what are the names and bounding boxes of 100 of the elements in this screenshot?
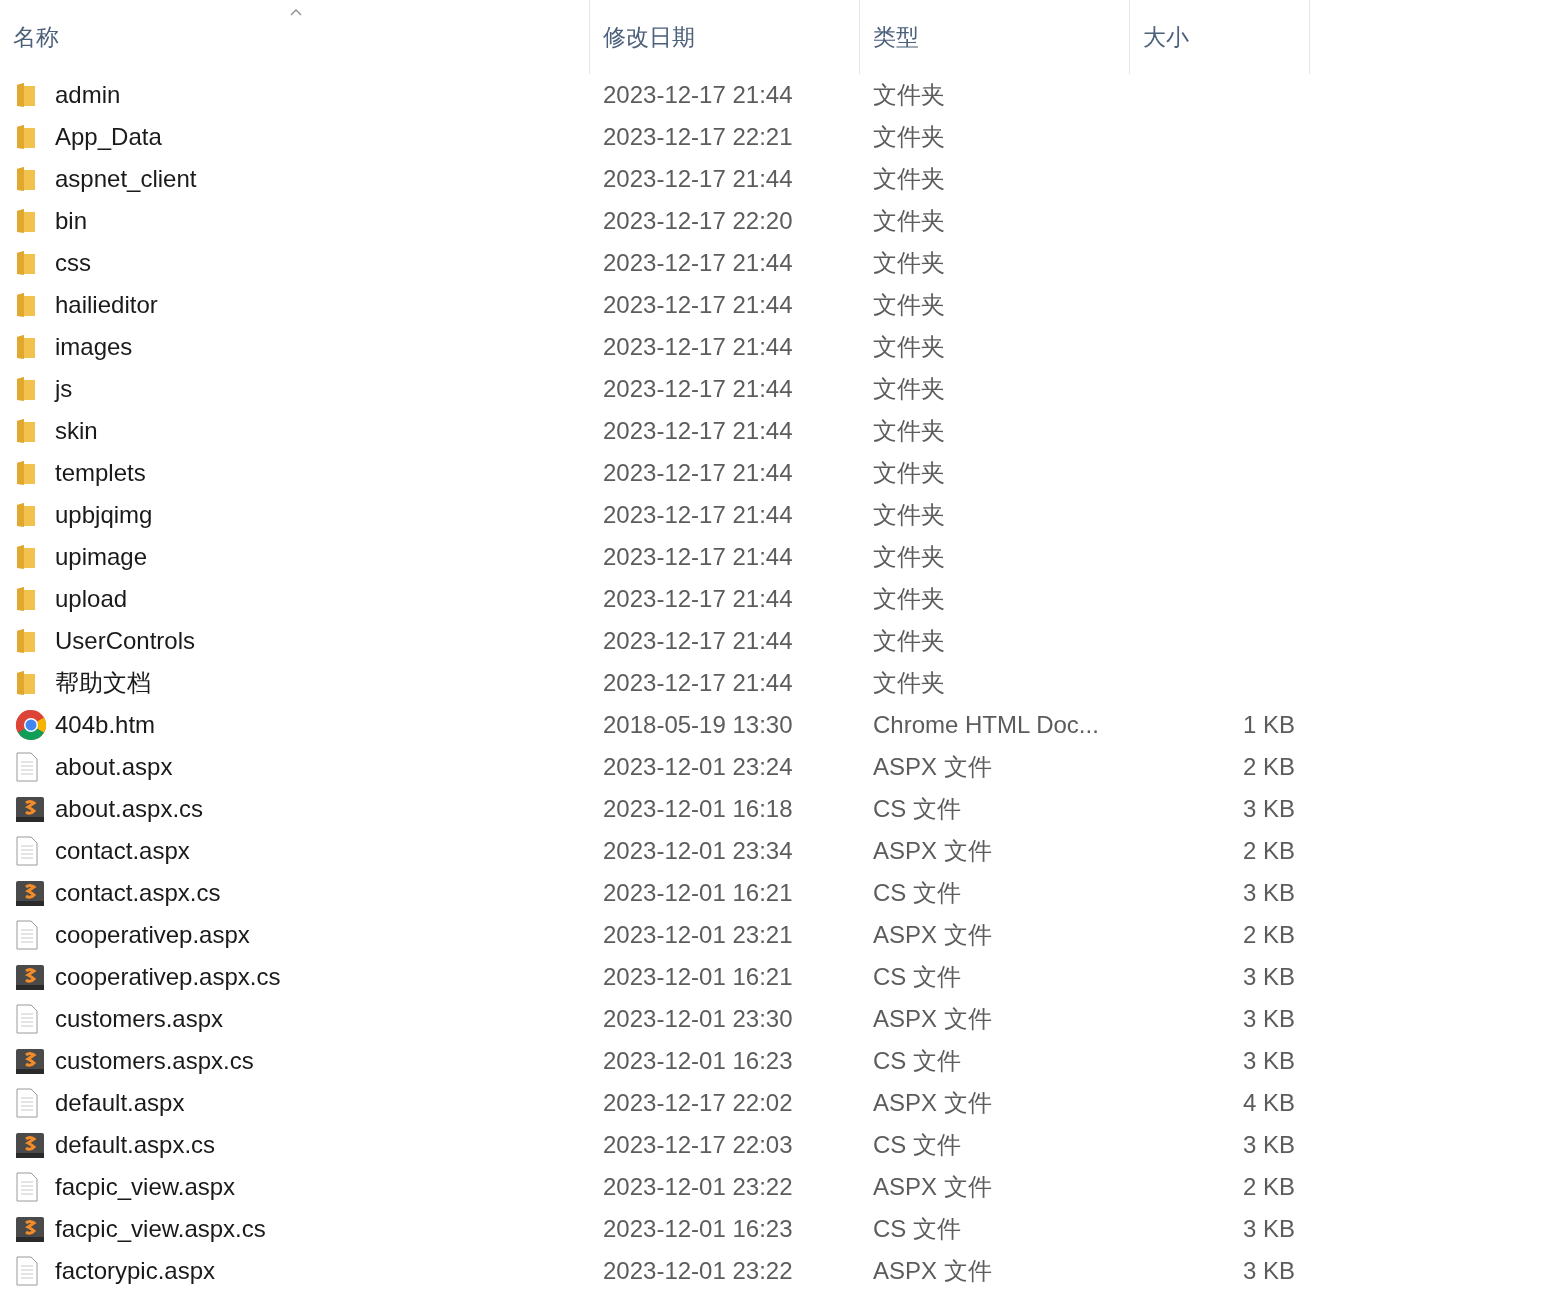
script-file-icon <box>15 1047 45 1075</box>
file-type: ASPX 文件 <box>873 837 992 864</box>
modified-date: 2023-12-17 21:44 <box>603 627 793 654</box>
folder-icon <box>15 586 37 612</box>
document-icon <box>15 1172 39 1202</box>
file-name[interactable]: 404b.htm <box>55 707 156 743</box>
file-name[interactable]: upimage <box>55 539 148 575</box>
modified-date: 2023-12-01 23:22 <box>603 1257 793 1284</box>
modified-date: 2023-12-17 21:44 <box>603 165 793 192</box>
file-type: CS 文件 <box>873 1047 961 1074</box>
folder-icon <box>15 82 37 108</box>
file-name[interactable]: bin <box>55 203 88 239</box>
file-name[interactable]: admin <box>55 77 121 113</box>
file-type: 文件夹 <box>873 123 945 150</box>
file-name[interactable]: facpic_view.aspx.cs <box>55 1211 266 1247</box>
file-name[interactable]: App_Data <box>55 119 162 155</box>
document-icon <box>15 1004 39 1034</box>
file-size: 3 KB <box>1242 1004 1295 1034</box>
file-type: CS 文件 <box>873 1215 961 1242</box>
file-name[interactable]: default.aspx <box>55 1085 185 1121</box>
file-size: 3 KB <box>1242 1214 1295 1244</box>
file-name[interactable]: skin <box>55 413 98 449</box>
file-name[interactable]: contact.aspx <box>55 833 190 869</box>
column-header[interactable]: 修改日期 <box>603 19 695 55</box>
file-name[interactable]: customers.aspx.cs <box>55 1043 254 1079</box>
folder-icon <box>15 418 37 444</box>
file-name[interactable]: upload <box>55 581 128 617</box>
file-type: ASPX 文件 <box>873 921 992 948</box>
modified-date: 2023-12-01 16:23 <box>603 1047 793 1074</box>
modified-date: 2023-12-17 21:44 <box>603 249 793 276</box>
file-name[interactable]: images <box>55 329 133 365</box>
document-icon <box>15 1256 39 1286</box>
file-name[interactable]: about.aspx.cs <box>55 791 204 827</box>
file-name[interactable]: facpic_view.aspx <box>55 1169 236 1205</box>
file-type: ASPX 文件 <box>873 1173 992 1200</box>
modified-date: 2023-12-01 23:34 <box>603 837 793 864</box>
modified-date: 2023-12-17 21:44 <box>603 333 793 360</box>
file-size: 1 KB <box>1242 710 1295 740</box>
file-size: 3 KB <box>1242 1130 1295 1160</box>
modified-date: 2023-12-01 16:21 <box>603 963 793 990</box>
folder-icon <box>15 166 37 192</box>
file-name[interactable]: upbjqimg <box>55 497 153 533</box>
file-size: 2 KB <box>1242 1172 1295 1202</box>
file-name[interactable]: templets <box>55 455 146 491</box>
folder-icon <box>15 334 37 360</box>
file-name[interactable]: about.aspx <box>55 749 173 785</box>
file-type: ASPX 文件 <box>873 1005 992 1032</box>
file-name[interactable]: default.aspx.cs <box>55 1127 216 1163</box>
modified-date: 2018-05-19 13:30 <box>603 711 793 738</box>
modified-date: 2023-12-01 23:22 <box>603 1173 793 1200</box>
script-file-icon <box>15 963 45 991</box>
modified-date: 2023-12-01 23:24 <box>603 753 793 780</box>
folder-icon <box>15 376 37 402</box>
file-type: 文件夹 <box>873 165 945 192</box>
file-type: 文件夹 <box>873 333 945 360</box>
modified-date: 2023-12-17 21:44 <box>603 81 793 108</box>
file-name[interactable]: 帮助文档 <box>55 665 151 701</box>
file-name[interactable]: hailieditor <box>55 287 158 323</box>
modified-date: 2023-12-17 22:21 <box>603 123 793 150</box>
file-name[interactable]: contact.aspx.cs <box>55 875 221 911</box>
file-type: 文件夹 <box>873 459 945 486</box>
file-type: CS 文件 <box>873 795 961 822</box>
modified-date: 2023-12-01 16:18 <box>603 795 793 822</box>
file-name[interactable]: customers.aspx <box>55 1001 224 1037</box>
column-header[interactable]: 大小 <box>1143 19 1189 55</box>
modified-date: 2023-12-17 21:44 <box>603 669 793 696</box>
file-size: 3 KB <box>1242 794 1295 824</box>
modified-date: 2023-12-17 21:44 <box>603 375 793 402</box>
column-header[interactable]: 类型 <box>873 19 919 55</box>
modified-date: 2023-12-17 21:44 <box>603 501 793 528</box>
folder-icon <box>15 250 37 276</box>
script-file-icon <box>15 1215 45 1243</box>
file-type: 文件夹 <box>873 417 945 444</box>
modified-date: 2023-12-17 21:44 <box>603 291 793 318</box>
modified-date: 2023-12-01 16:23 <box>603 1215 793 1242</box>
file-name[interactable]: factorypic.aspx <box>55 1253 216 1289</box>
file-name[interactable]: UserControls <box>55 623 196 659</box>
modified-date: 2023-12-17 21:44 <box>603 459 793 486</box>
file-type: 文件夹 <box>873 669 945 696</box>
file-size: 2 KB <box>1242 920 1295 950</box>
document-icon <box>15 1088 39 1118</box>
file-type: 文件夹 <box>873 249 945 276</box>
script-file-icon <box>15 1131 45 1159</box>
file-name[interactable]: css <box>55 245 91 281</box>
file-type: CS 文件 <box>873 963 961 990</box>
file-type: 文件夹 <box>873 291 945 318</box>
file-size: 3 KB <box>1242 1256 1295 1286</box>
modified-date: 2023-12-01 16:21 <box>603 879 793 906</box>
modified-date: 2023-12-01 23:30 <box>603 1005 793 1032</box>
file-name[interactable]: cooperativep.aspx <box>55 917 250 953</box>
file-type: 文件夹 <box>873 543 945 570</box>
file-type: 文件夹 <box>873 207 945 234</box>
file-name[interactable]: js <box>55 371 73 407</box>
file-type: 文件夹 <box>873 81 945 108</box>
file-name[interactable]: aspnet_client <box>55 161 197 197</box>
file-type: ASPX 文件 <box>873 1257 992 1284</box>
file-type: 文件夹 <box>873 375 945 402</box>
modified-date: 2023-12-17 21:44 <box>603 543 793 570</box>
column-header[interactable]: 名称 <box>13 19 59 55</box>
file-name[interactable]: cooperativep.aspx.cs <box>55 959 281 995</box>
